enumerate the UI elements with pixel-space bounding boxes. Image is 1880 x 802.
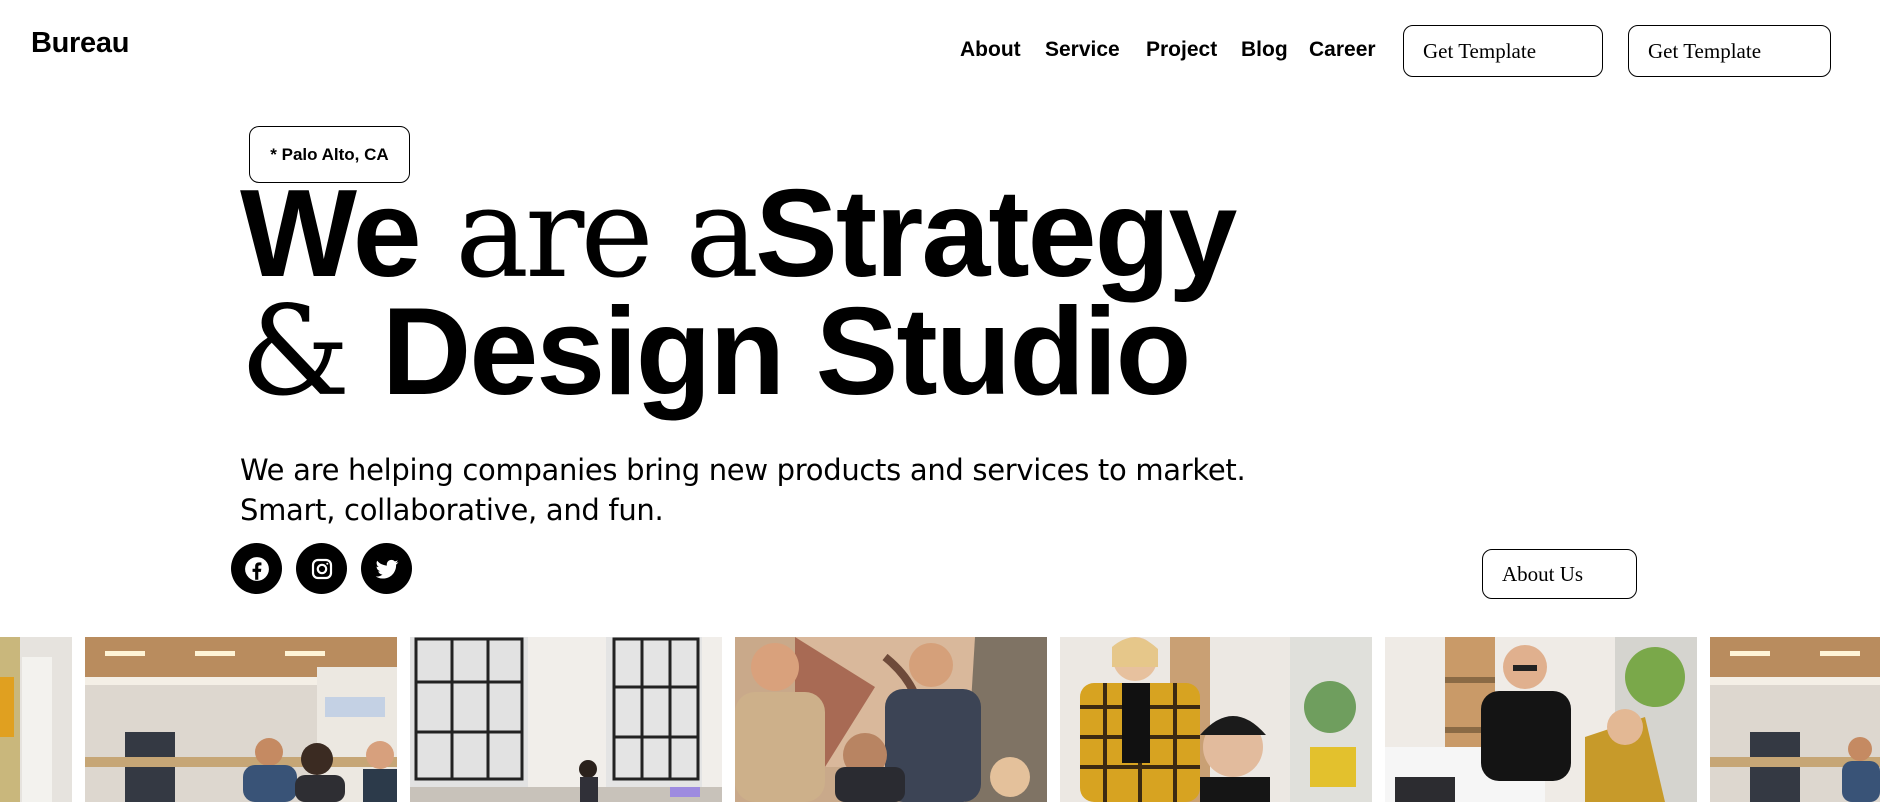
- nav-link-service[interactable]: Service: [1045, 38, 1120, 62]
- twitter-icon[interactable]: [361, 543, 412, 594]
- about-us-button[interactable]: About Us: [1482, 549, 1637, 599]
- get-template-button-secondary[interactable]: Get Template: [1628, 25, 1831, 77]
- smiling-man-desk-photo: [1385, 637, 1697, 802]
- facebook-icon[interactable]: [231, 543, 282, 594]
- nav-link-career[interactable]: Career: [1309, 38, 1376, 62]
- nav-link-about[interactable]: About: [960, 38, 1021, 62]
- nav-link-project[interactable]: Project: [1146, 38, 1217, 62]
- headline-design-studio: Design Studio: [381, 283, 1192, 421]
- headline-line-1: We are aStrategy: [240, 172, 1340, 296]
- office-workspace-photo: [85, 637, 397, 802]
- headline-ampersand: &: [240, 280, 382, 424]
- team-laughing-photo: [735, 637, 1047, 802]
- instagram-icon[interactable]: [296, 543, 347, 594]
- office-workspace-photo: [0, 637, 72, 802]
- get-template-button[interactable]: Get Template: [1403, 25, 1603, 77]
- headline-line-2: & Design Studio: [240, 290, 1340, 414]
- nav-link-blog[interactable]: Blog: [1241, 38, 1288, 62]
- hero-subtitle-line-1: We are helping companies bring new produ…: [240, 453, 1246, 487]
- office-workspace-photo: [1710, 637, 1880, 802]
- photo-gallery: [0, 637, 1880, 802]
- coworkers-plaid-shirt-photo: [1060, 637, 1372, 802]
- office-window-photo: [410, 637, 722, 802]
- hero-subtitle: We are helping companies bring new produ…: [240, 450, 1340, 530]
- hero-headline: We are aStrategy & Design Studio: [240, 172, 1340, 414]
- hero-subtitle-line-2: Smart, collaborative, and fun.: [240, 493, 664, 527]
